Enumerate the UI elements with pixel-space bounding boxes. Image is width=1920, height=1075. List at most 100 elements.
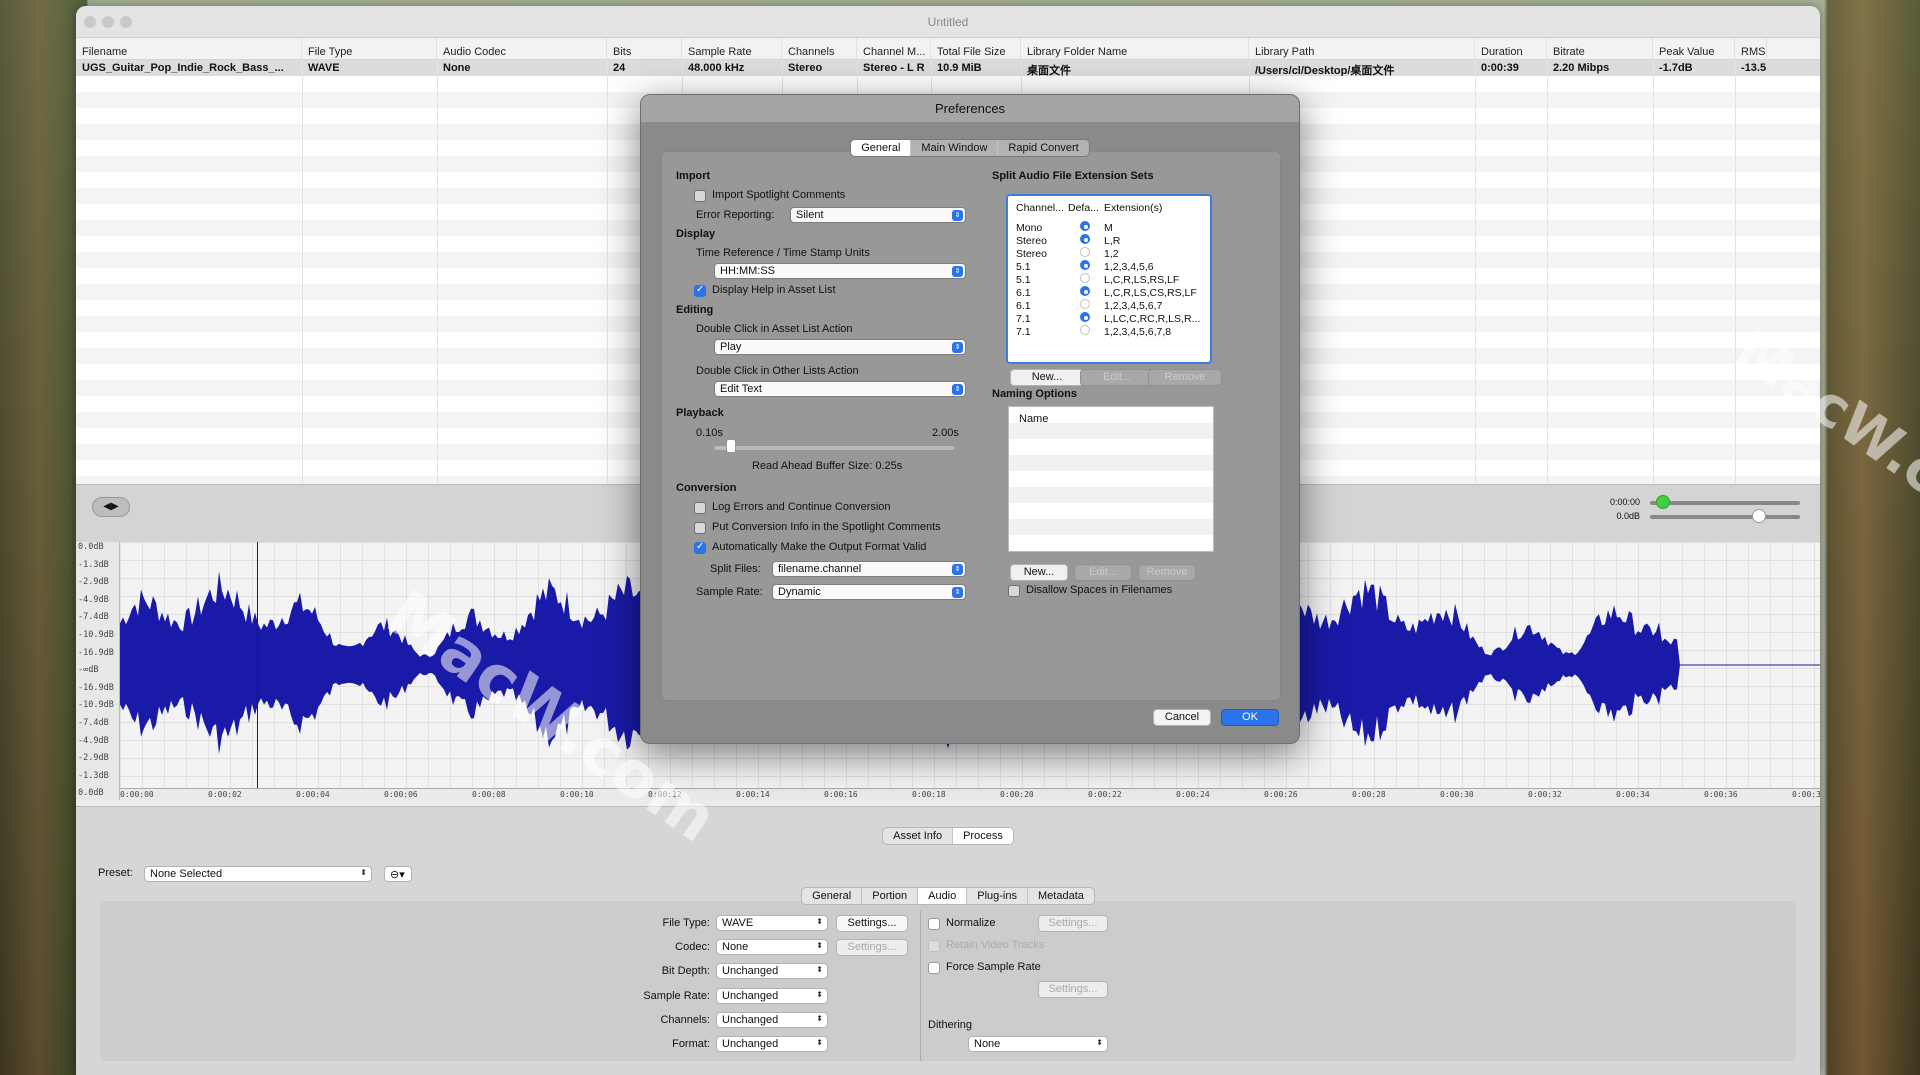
extension-sets-table[interactable]: Channel... Defa... Extension(s) Mono M Stereo… <box>1006 194 1212 364</box>
tab-main-window[interactable]: Main Window <box>911 140 999 156</box>
tab-asset-info[interactable]: Asset Info <box>883 828 954 844</box>
buffer-slider[interactable] <box>714 446 954 450</box>
file-type-settings-button[interactable]: Settings... <box>836 915 908 932</box>
tab-process[interactable]: Process <box>953 828 1013 844</box>
column-header[interactable]: Bits <box>607 38 682 59</box>
default-radio[interactable] <box>1080 247 1090 257</box>
normalize-checkbox[interactable] <box>928 918 940 930</box>
column-header[interactable]: Filename <box>76 38 302 59</box>
naming-new-button[interactable]: New... <box>1010 564 1068 581</box>
ext-column-header[interactable]: Defa... <box>1068 202 1099 214</box>
split-files-popup[interactable]: filename.channel ⇕ <box>772 561 966 577</box>
dbl-click-asset-popup[interactable]: Play ⇕ <box>714 339 966 355</box>
force-sample-rate-label: Force Sample Rate <box>946 961 1041 973</box>
auto-valid-checkbox[interactable] <box>694 541 706 554</box>
column-header[interactable]: Peak Value <box>1653 38 1735 59</box>
volume-slider[interactable] <box>1650 515 1800 519</box>
column-header[interactable]: Channels <box>782 38 857 59</box>
default-radio[interactable] <box>1080 221 1090 231</box>
default-radio[interactable] <box>1080 234 1090 244</box>
volume-slider-knob[interactable] <box>1752 509 1766 523</box>
time-tick: 0:00:22 <box>1088 790 1122 799</box>
column-header[interactable]: Channel M... <box>857 38 931 59</box>
waveform-toggle-button[interactable]: ◀▶ <box>92 497 130 517</box>
subtab-audio[interactable]: Audio <box>918 888 968 904</box>
dbl-click-other-popup[interactable]: Edit Text ⇕ <box>714 381 966 397</box>
dithering-popup[interactable]: None ⬍ <box>968 1036 1108 1052</box>
time-tick: 0:00:10 <box>560 790 594 799</box>
channels-label: Channels: <box>660 1014 710 1026</box>
sample-rate-popup[interactable]: Unchanged ⬍ <box>716 988 828 1004</box>
naming-remove-button[interactable]: Remove <box>1138 564 1196 581</box>
channels-popup[interactable]: Unchanged ⬍ <box>716 1012 828 1028</box>
time-axis: 0:00:00 0:00:02 0:00:04 0:00:06 0:00:08 0:00:… <box>120 788 1820 800</box>
display-help-checkbox[interactable] <box>694 284 706 297</box>
preset-actions-button[interactable]: ⊖▾ <box>384 866 412 882</box>
popup-arrows-icon: ⬍ <box>816 1014 823 1023</box>
subtab-metadata[interactable]: Metadata <box>1028 888 1094 904</box>
column-header[interactable]: Sample Rate <box>682 38 782 59</box>
column-header[interactable]: RMS V <box>1735 38 1767 59</box>
default-radio[interactable] <box>1080 273 1090 283</box>
codec-popup[interactable]: None ⬍ <box>716 939 828 955</box>
subtab-portion[interactable]: Portion <box>862 888 919 904</box>
ext-new-button[interactable]: New... <box>1010 369 1084 386</box>
db-label: -7.4dB <box>78 612 109 623</box>
error-reporting-popup[interactable]: Silent ⇕ <box>790 207 966 223</box>
preset-popup[interactable]: None Selected ⬍ <box>144 866 372 882</box>
column-header[interactable]: Total File Size <box>931 38 1021 59</box>
retain-video-checkbox[interactable] <box>928 940 940 952</box>
time-tick: 0:00:30 <box>1440 790 1474 799</box>
force-sample-rate-checkbox[interactable] <box>928 962 940 974</box>
format-popup[interactable]: Unchanged ⬍ <box>716 1036 828 1052</box>
buffer-slider-knob[interactable] <box>726 439 736 453</box>
column-header[interactable]: Library Path <box>1249 38 1475 59</box>
ext-row[interactable]: 7.1 1,2,3,4,5,6,7,8 <box>1008 324 1210 340</box>
time-tick: 0:00:32 <box>1528 790 1562 799</box>
put-info-checkbox[interactable] <box>694 522 706 534</box>
ext-column-header[interactable]: Extension(s) <box>1104 202 1162 214</box>
table-row[interactable]: UGS_Guitar_Pop_Indie_Rock_Bass_... WAVE No… <box>76 60 1820 76</box>
normalize-settings-button[interactable]: Settings... <box>1038 915 1108 932</box>
column-header[interactable]: Bitrate <box>1547 38 1653 59</box>
ext-column-header[interactable]: Channel... <box>1016 202 1064 214</box>
time-reference-popup[interactable]: HH:MM:SS ⇕ <box>714 263 966 279</box>
default-radio[interactable] <box>1080 260 1090 270</box>
column-header[interactable]: Duration <box>1475 38 1547 59</box>
naming-heading: Naming Options <box>992 388 1077 400</box>
import-heading: Import <box>676 170 711 182</box>
tab-general[interactable]: General <box>851 140 912 156</box>
cancel-button[interactable]: Cancel <box>1153 709 1211 726</box>
position-slider-knob[interactable] <box>1656 495 1670 509</box>
time-tick: 0:00:08 <box>472 790 506 799</box>
db-label: -∞dB <box>78 665 99 676</box>
subtab-general[interactable]: General <box>802 888 863 904</box>
disallow-spaces-checkbox[interactable] <box>1008 585 1020 597</box>
subtab-plugins[interactable]: Plug-ins <box>967 888 1028 904</box>
log-errors-checkbox[interactable] <box>694 502 706 514</box>
ext-remove-button[interactable]: Remove <box>1148 369 1222 386</box>
time-tick: 0:00:36 <box>1704 790 1738 799</box>
column-header[interactable]: Audio Codec <box>437 38 607 59</box>
default-radio[interactable] <box>1080 325 1090 335</box>
time-tick: 0:00:3 <box>1792 790 1820 799</box>
playhead[interactable] <box>257 542 258 788</box>
pref-sample-rate-popup[interactable]: Dynamic ⇕ <box>772 584 966 600</box>
ok-button[interactable]: OK <box>1221 709 1279 726</box>
tab-rapid-convert[interactable]: Rapid Convert <box>998 140 1088 156</box>
log-errors-label: Log Errors and Continue Conversion <box>712 501 891 513</box>
column-header[interactable]: Library Folder Name <box>1021 38 1249 59</box>
bit-depth-popup[interactable]: Unchanged ⬍ <box>716 963 828 979</box>
default-radio[interactable] <box>1080 312 1090 322</box>
default-radio[interactable] <box>1080 286 1090 296</box>
naming-table[interactable]: Name <box>1008 406 1214 552</box>
ext-edit-button[interactable]: Edit... <box>1080 369 1154 386</box>
naming-edit-button[interactable]: Edit... <box>1074 564 1132 581</box>
import-spotlight-checkbox[interactable] <box>694 190 706 202</box>
force-sr-settings-button[interactable]: Settings... <box>1038 981 1108 998</box>
position-slider[interactable] <box>1650 501 1800 505</box>
codec-settings-button[interactable]: Settings... <box>836 939 908 956</box>
file-type-popup[interactable]: WAVE ⬍ <box>716 915 828 931</box>
default-radio[interactable] <box>1080 299 1090 309</box>
column-header[interactable]: File Type <box>302 38 437 59</box>
